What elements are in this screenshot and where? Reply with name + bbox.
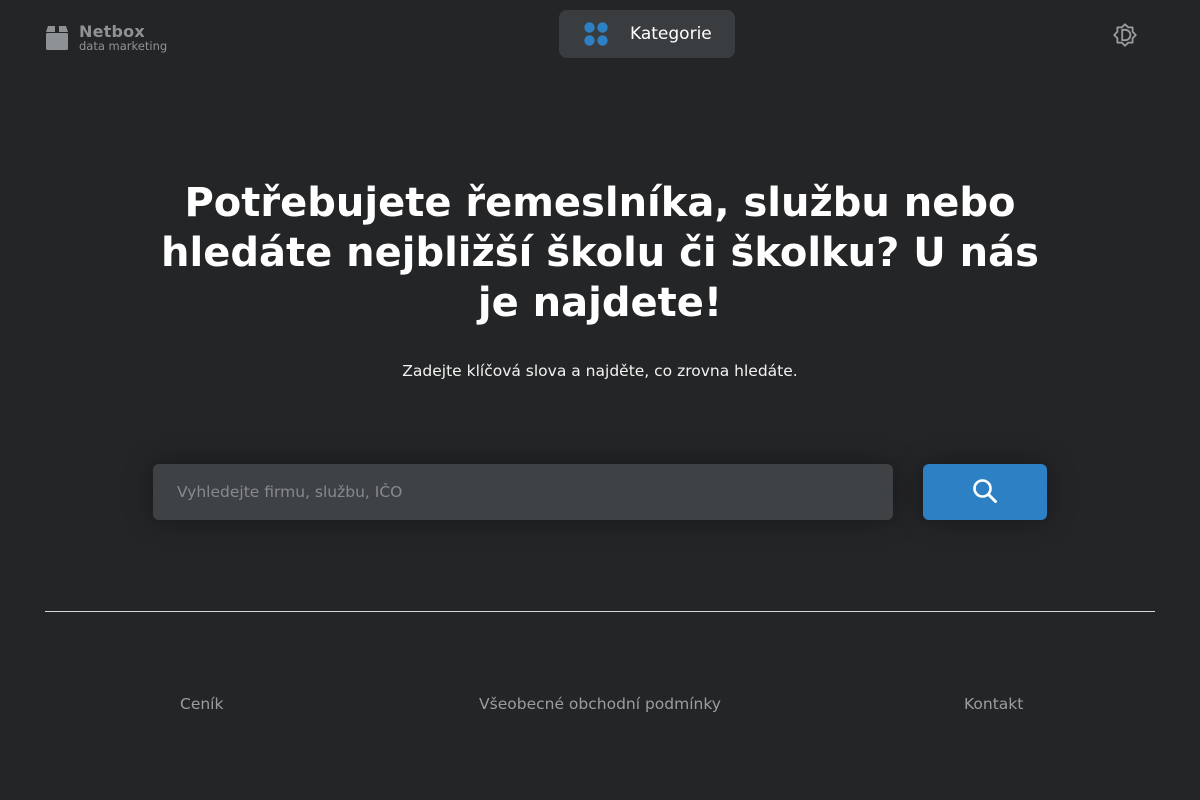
page: Netbox data marketing Kategorie Potřebuj… <box>0 0 1200 800</box>
footer-link-terms[interactable]: Všeobecné obchodní podmínky <box>479 695 721 713</box>
logo-name: Netbox <box>79 22 145 41</box>
logo[interactable]: Netbox data marketing <box>45 24 167 53</box>
box-icon <box>45 25 69 51</box>
grid-dots-icon <box>583 21 609 47</box>
logo-subtitle: data marketing <box>79 39 168 53</box>
theme-toggle-button[interactable] <box>1111 21 1139 49</box>
footer-divider <box>45 611 1155 612</box>
categories-label: Kategorie <box>630 24 712 44</box>
search-input[interactable] <box>153 464 893 520</box>
categories-button[interactable]: Kategorie <box>559 10 735 58</box>
hero-headline: Potřebujete řemeslníka, službu nebo hled… <box>161 180 1039 326</box>
theme-gear-icon <box>1111 23 1139 53</box>
search-button[interactable] <box>923 464 1047 520</box>
footer-link-contact[interactable]: Kontakt <box>964 695 1023 713</box>
logo-text: Netbox data marketing <box>79 24 167 53</box>
hero-subline: Zadejte klíčová slova a najděte, co zrov… <box>402 362 798 380</box>
search-icon <box>972 478 998 507</box>
